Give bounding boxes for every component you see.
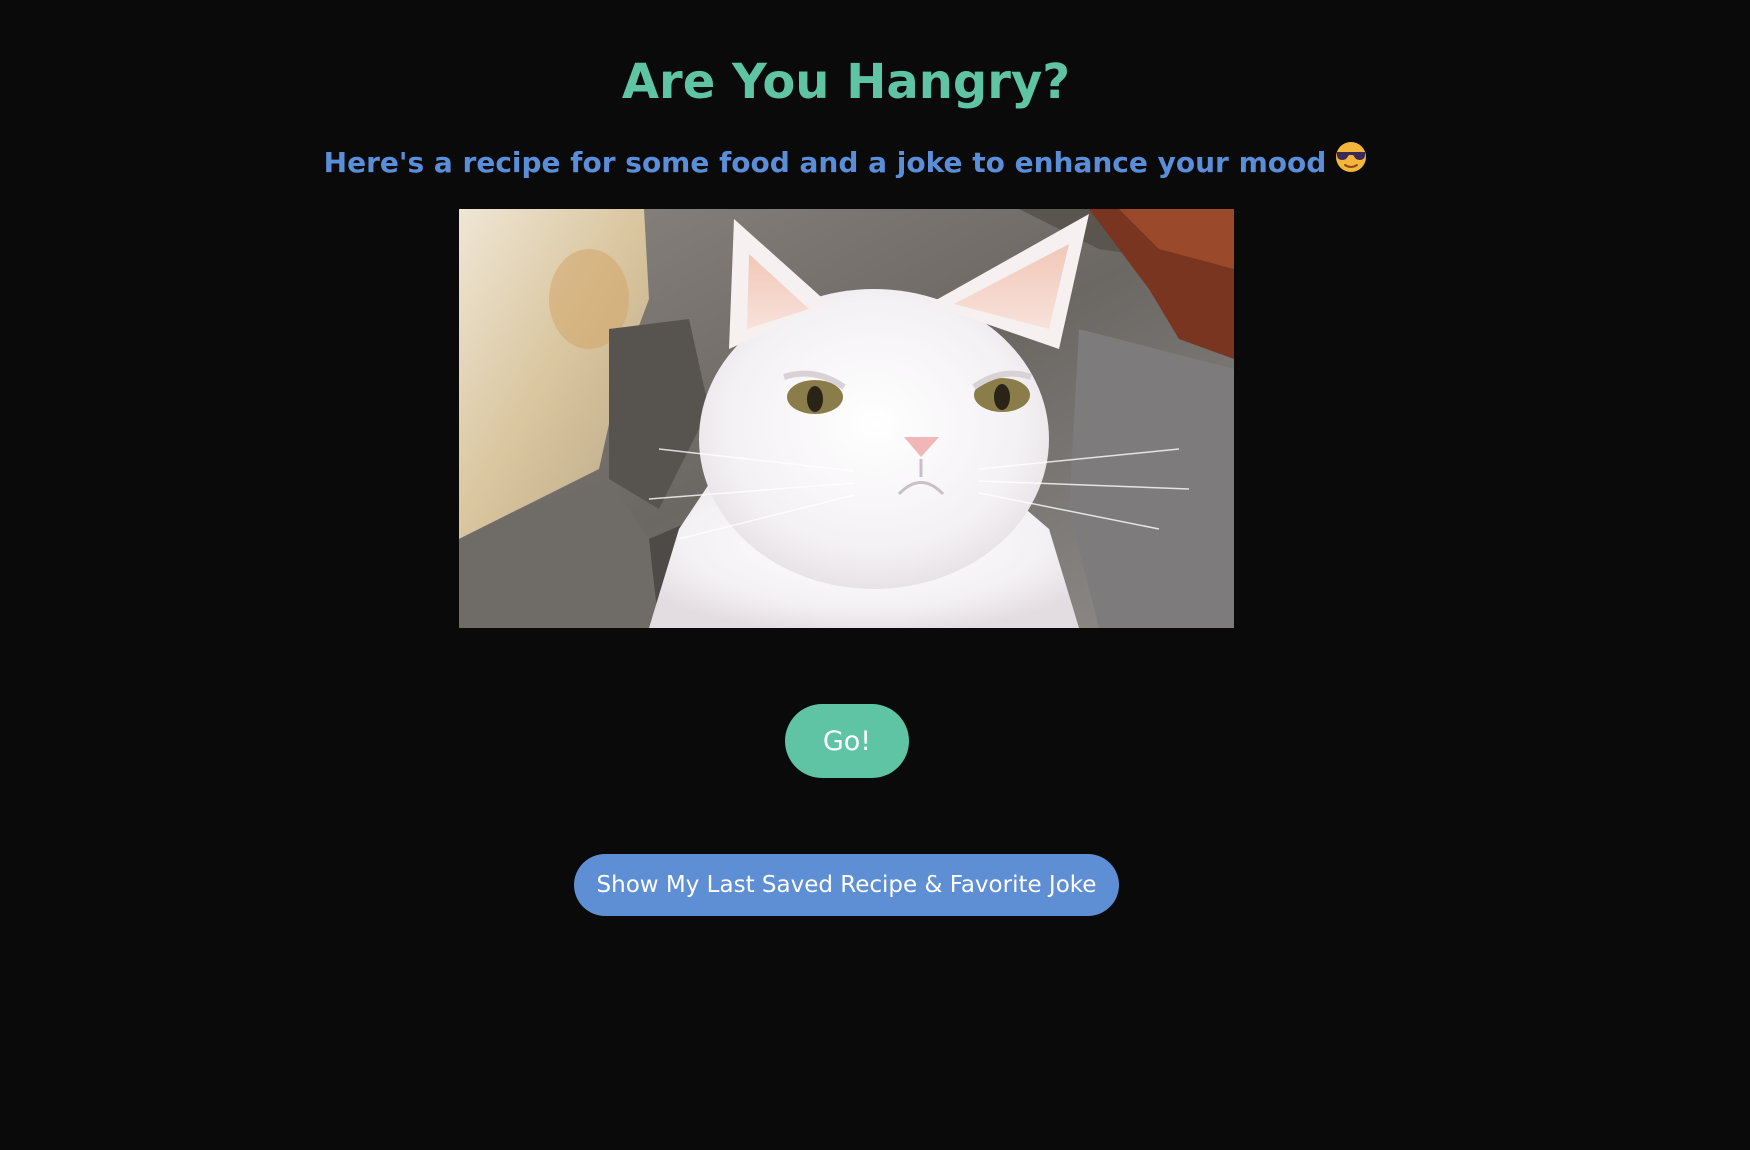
- subtitle-text: Here's a recipe for some food and a joke…: [323, 145, 1327, 179]
- grumpy-cat-image: [459, 209, 1234, 628]
- page-title: Are You Hangry?: [621, 54, 1071, 110]
- page: Are You Hangry? Here's a recipe for some…: [0, 0, 1750, 1150]
- page-subtitle: Here's a recipe for some food and a joke…: [0, 140, 1692, 185]
- show-saved-button[interactable]: Show My Last Saved Recipe & Favorite Jok…: [574, 854, 1119, 916]
- grumpy-cat-photo: [459, 209, 1234, 628]
- go-button[interactable]: Go!: [785, 704, 909, 778]
- sunglasses-face-icon: [1334, 140, 1368, 182]
